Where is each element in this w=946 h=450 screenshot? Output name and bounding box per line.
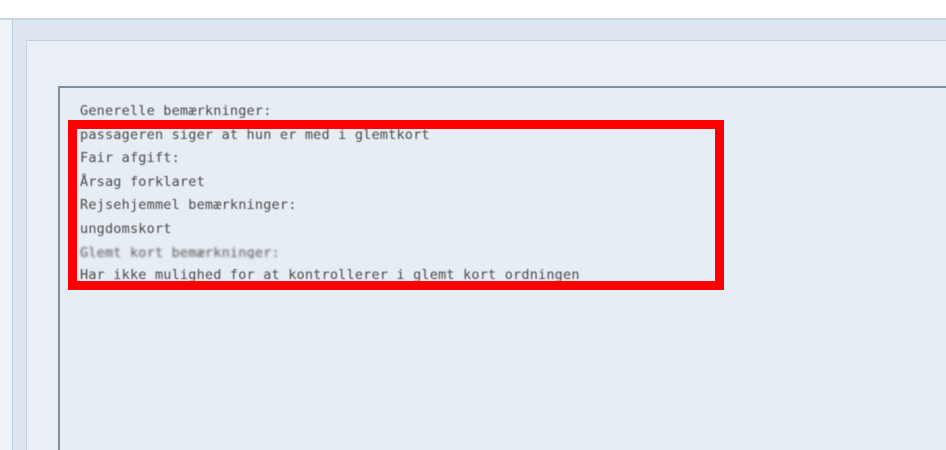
window-top-strip: [0, 0, 946, 18]
red-highlight-box: [68, 120, 724, 290]
left-scroll-rail: [0, 20, 13, 450]
